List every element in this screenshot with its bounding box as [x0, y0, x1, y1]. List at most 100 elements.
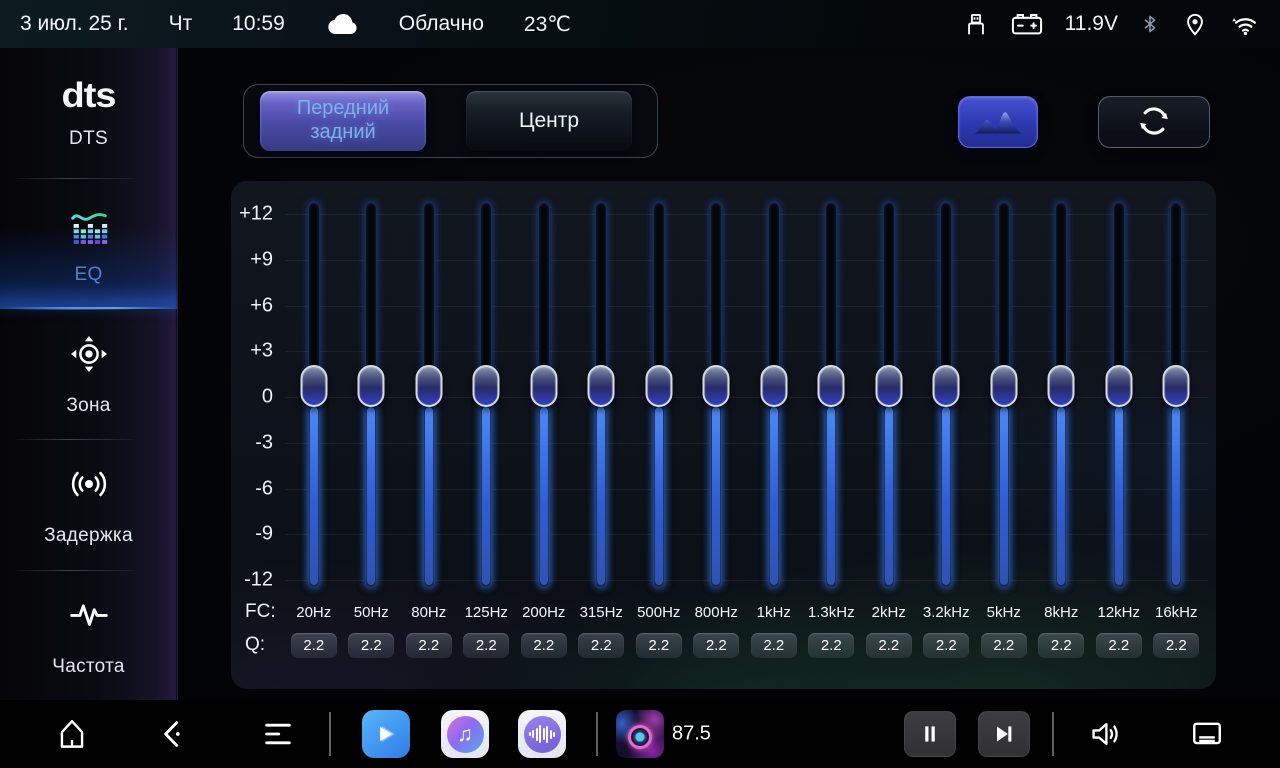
- radio-speaker-dot: [636, 732, 645, 741]
- eq-band-slider[interactable]: [308, 202, 320, 588]
- eq-slider-thumb[interactable]: [875, 365, 902, 407]
- eq-band-frequency: 80Hz: [400, 604, 458, 621]
- eq-slider-fill: [827, 407, 835, 585]
- sidebar-item-delay[interactable]: Задержка: [0, 439, 177, 569]
- home-button[interactable]: [55, 717, 89, 751]
- eq-slider-thumb[interactable]: [530, 365, 557, 407]
- q-value-button[interactable]: 2.2: [751, 633, 797, 658]
- eq-slider-thumb[interactable]: [1163, 365, 1190, 407]
- eq-band: [1033, 202, 1091, 588]
- battery-voltage: 11.9V: [1065, 12, 1118, 36]
- q-value-button[interactable]: 2.2: [1153, 633, 1199, 658]
- radio-app-icon[interactable]: [616, 710, 664, 758]
- status-right: 11.9V: [963, 11, 1260, 37]
- status-bar: 3 июл. 25 г. Чт 10:59 Облачно 23℃: [0, 0, 1280, 48]
- eq-slider-fill: [712, 407, 720, 585]
- eq-slider-thumb[interactable]: [760, 365, 787, 407]
- eq-band-slider[interactable]: [825, 202, 837, 588]
- next-track-button[interactable]: [978, 711, 1030, 757]
- sidebar-item-eq[interactable]: EQ: [0, 178, 177, 308]
- eq-reset-button[interactable]: [1098, 96, 1210, 148]
- eq-band-frequency: 1kHz: [745, 604, 803, 621]
- eq-band-q-cell: 2.2: [860, 633, 918, 658]
- eq-slider-fill: [1000, 407, 1008, 585]
- bottom-nav-bar: ♫ 87.5: [0, 700, 1280, 768]
- eq-band-q-cell: 2.2: [688, 633, 746, 658]
- volume-button[interactable]: [1089, 718, 1123, 750]
- q-row: Q: 2.22.22.22.22.22.22.22.22.22.22.22.22…: [231, 631, 1205, 659]
- head-unit-screen: 3 июл. 25 г. Чт 10:59 Облачно 23℃: [0, 0, 1280, 768]
- q-value-button[interactable]: 2.2: [636, 633, 682, 658]
- fc-row: FC: 20Hz50Hz80Hz125Hz200Hz315Hz500Hz800H…: [231, 597, 1205, 627]
- eq-panel: +12+9+6+30-3-6-9-12 FC: 20Hz50Hz80Hz125H…: [231, 181, 1216, 689]
- eq-slider-thumb[interactable]: [358, 365, 385, 407]
- q-value-button[interactable]: 2.2: [463, 633, 509, 658]
- eq-band-slider[interactable]: [883, 202, 895, 588]
- eq-slider-thumb[interactable]: [818, 365, 845, 407]
- back-button[interactable]: [156, 717, 190, 751]
- eq-band: [458, 202, 516, 588]
- voice-app-icon[interactable]: [518, 710, 566, 758]
- eq-band-slider[interactable]: [480, 202, 492, 588]
- eq-band: [1090, 202, 1148, 588]
- eq-band-slider[interactable]: [1055, 202, 1067, 588]
- eq-band-slider[interactable]: [710, 202, 722, 588]
- q-value-button[interactable]: 2.2: [521, 633, 567, 658]
- sidebar-item-label: DTS: [69, 128, 108, 150]
- tab-center[interactable]: Центр: [466, 91, 632, 151]
- eq-slider-thumb[interactable]: [300, 365, 327, 407]
- eq-band-q-cell: 2.2: [975, 633, 1033, 658]
- eq-slider-thumb[interactable]: [703, 365, 730, 407]
- sidebar-item-frequency[interactable]: Частота: [0, 570, 177, 700]
- eq-slider-thumb[interactable]: [473, 365, 500, 407]
- eq-slider-fill: [482, 407, 490, 585]
- eq-slider-thumb[interactable]: [645, 365, 672, 407]
- q-value-button[interactable]: 2.2: [1038, 633, 1084, 658]
- eq-band-slider[interactable]: [595, 202, 607, 588]
- eq-band-slider[interactable]: [423, 202, 435, 588]
- screen-off-button[interactable]: [1189, 717, 1225, 751]
- eq-band: [975, 202, 1033, 588]
- q-value-button[interactable]: 2.2: [291, 633, 337, 658]
- eq-curve-button[interactable]: [958, 96, 1038, 148]
- eq-band-slider[interactable]: [365, 202, 377, 588]
- eq-band: [285, 202, 343, 588]
- eq-band-slider[interactable]: [768, 202, 780, 588]
- q-value-button[interactable]: 2.2: [693, 633, 739, 658]
- eq-slider-thumb[interactable]: [1105, 365, 1132, 407]
- eq-slider-fill: [540, 407, 548, 585]
- eq-band-slider[interactable]: [1170, 202, 1182, 588]
- music-app-icon[interactable]: ♫: [441, 710, 489, 758]
- bluetooth-icon: [1140, 11, 1160, 37]
- q-value-button[interactable]: 2.2: [923, 633, 969, 658]
- eq-slider-fill: [1115, 407, 1123, 585]
- tab-front-rear[interactable]: Передний задний: [260, 91, 426, 151]
- eq-band-slider[interactable]: [998, 202, 1010, 588]
- eq-band-slider[interactable]: [653, 202, 665, 588]
- eq-slider-thumb[interactable]: [1048, 365, 1075, 407]
- status-day: Чт: [169, 12, 193, 36]
- q-value-button[interactable]: 2.2: [348, 633, 394, 658]
- sidebar-item-zone[interactable]: Зона: [0, 309, 177, 439]
- video-player-app-icon[interactable]: [362, 710, 410, 758]
- fc-label: FC:: [245, 601, 287, 623]
- q-value-button[interactable]: 2.2: [578, 633, 624, 658]
- eq-band-slider[interactable]: [940, 202, 952, 588]
- menu-button[interactable]: [261, 717, 295, 751]
- eq-slider-thumb[interactable]: [933, 365, 960, 407]
- pause-button[interactable]: [904, 711, 956, 757]
- eq-band-slider[interactable]: [1113, 202, 1125, 588]
- speaker-tab-group: Передний задний Центр: [243, 84, 658, 158]
- q-value-button[interactable]: 2.2: [981, 633, 1027, 658]
- eq-slider-thumb[interactable]: [990, 365, 1017, 407]
- eq-scale: +12+9+6+30-3-6-9-12: [231, 214, 277, 580]
- q-value-button[interactable]: 2.2: [808, 633, 854, 658]
- eq-band-slider[interactable]: [538, 202, 550, 588]
- sidebar-item-dts[interactable]: dts DTS: [0, 48, 177, 178]
- q-value-button[interactable]: 2.2: [866, 633, 912, 658]
- q-value-button[interactable]: 2.2: [406, 633, 452, 658]
- eq-slider-thumb[interactable]: [415, 365, 442, 407]
- eq-slider-thumb[interactable]: [588, 365, 615, 407]
- q-value-button[interactable]: 2.2: [1096, 633, 1142, 658]
- eq-band: [918, 202, 976, 588]
